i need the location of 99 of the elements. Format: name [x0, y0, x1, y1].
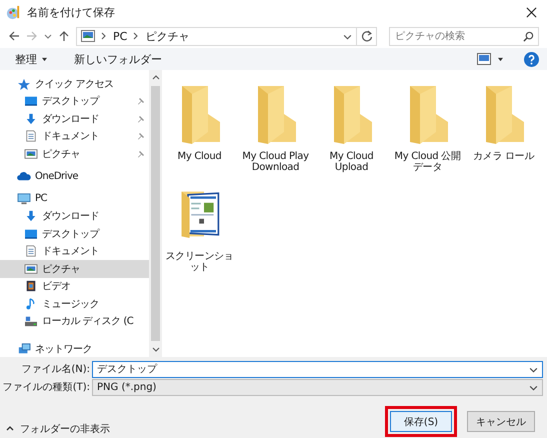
sidebar-label: OneDrive: [35, 170, 78, 182]
chevron-down-icon[interactable]: [44, 32, 52, 40]
chevron-up-icon: [6, 424, 14, 432]
scroll-thumb[interactable]: [151, 86, 160, 341]
hide-folders-button[interactable]: フォルダーの非表示: [6, 422, 110, 436]
chevron-right-icon: [101, 32, 107, 40]
pin-icon: [137, 114, 145, 123]
film-icon: [24, 280, 38, 292]
folder-name: My Cloud 公開データ: [393, 151, 462, 173]
sidebar-item[interactable]: ドキュメント: [0, 242, 149, 260]
scrollbar[interactable]: [149, 70, 162, 357]
download-icon: [24, 112, 38, 125]
sidebar-item[interactable]: クイック アクセス: [0, 75, 149, 92]
folder-item[interactable]: My Cloud 公開データ: [390, 84, 465, 176]
document-icon: [24, 130, 38, 142]
caret-icon: [41, 56, 48, 62]
sidebar-label: ピクチャ: [42, 148, 80, 161]
app-icon: [6, 4, 21, 20]
folder-name: カメラ ロール: [472, 151, 534, 162]
sidebar-item[interactable]: ピクチャ: [0, 260, 149, 278]
caret-icon[interactable]: [497, 56, 504, 62]
sidebar-item[interactable]: ダウンロード: [0, 208, 149, 225]
sidebar-label: クイック アクセス: [35, 78, 114, 91]
folder-icon: [484, 84, 524, 144]
sidebar-label: ドキュメント: [42, 130, 99, 144]
up-arrow-icon[interactable]: [58, 30, 70, 42]
folder-item[interactable]: My Cloud Upload: [314, 84, 389, 176]
file-name-field[interactable]: デスクトップ: [92, 360, 543, 378]
download-icon: [24, 210, 38, 222]
pin-icon: [137, 97, 145, 106]
sidebar-item[interactable]: OneDrive: [0, 168, 149, 185]
folder-name: My Cloud Play Download: [241, 151, 310, 173]
scroll-down-icon[interactable]: [152, 345, 160, 353]
new-folder-button[interactable]: 新しいフォルダー: [71, 50, 165, 68]
sidebar-label: ドキュメント: [42, 245, 99, 258]
document-icon: [24, 245, 38, 258]
folder-icon: [256, 84, 296, 144]
folder-icon: [408, 84, 448, 144]
folder-item[interactable]: スクリーンショット: [162, 184, 237, 276]
sidebar-label: ミュージック: [42, 298, 99, 311]
star-icon: [17, 78, 31, 90]
sidebar-item[interactable]: ダウンロード: [0, 110, 149, 128]
folder-item[interactable]: My Cloud Play Download: [238, 84, 313, 176]
folder-name: My Cloud Upload: [328, 151, 374, 173]
dialog-button[interactable]: キャンセル: [467, 411, 535, 432]
search-field[interactable]: ピクチャの検索: [389, 26, 539, 46]
field-label: ファイル名(N):: [20, 363, 91, 376]
folder-name: My Cloud: [178, 151, 222, 162]
sidebar-item[interactable]: デスクトップ: [0, 225, 149, 242]
sidebar-item[interactable]: ドキュメント: [0, 128, 149, 145]
back-arrow-icon[interactable]: [8, 30, 20, 42]
folder-name: スクリーンショット: [164, 251, 234, 273]
window-title: 名前を付けて保存: [27, 4, 115, 20]
address-bar[interactable]: PC ピクチャ: [76, 26, 357, 46]
network-icon: [17, 342, 31, 355]
drive-icon: [24, 315, 38, 328]
search-icon: [523, 30, 534, 42]
folder-item[interactable]: My Cloud: [162, 84, 237, 176]
sidebar-label: ローカル ディスク (C: [42, 315, 134, 328]
computer-icon: [17, 192, 31, 205]
picture-icon: [24, 262, 38, 275]
folder-icon: [332, 84, 372, 144]
cloud-icon: [17, 170, 31, 182]
sidebar-label: デスクトップ: [42, 94, 99, 108]
pin-icon: [137, 150, 145, 158]
sidebar-label: ピクチャ: [42, 262, 80, 276]
pin-icon: [137, 132, 145, 140]
view-icon[interactable]: [477, 53, 491, 65]
sidebar-label: ビデオ: [42, 280, 70, 294]
file-type-dropdown[interactable]: PNG (*.png): [92, 378, 543, 396]
folder-item[interactable]: カメラ ロール: [466, 84, 541, 176]
help-icon[interactable]: [524, 52, 539, 66]
monitor-icon: [24, 228, 38, 240]
folder-icon: [180, 84, 220, 144]
dialog-button[interactable]: 保存(S): [390, 411, 452, 432]
organize-button[interactable]: 整理: [12, 50, 51, 68]
sidebar-label: ダウンロード: [42, 210, 99, 224]
close-icon[interactable]: [526, 6, 537, 18]
breadcrumb[interactable]: PC: [113, 30, 128, 42]
sidebar-item[interactable]: ミュージック: [0, 295, 149, 312]
field-label: ファイルの種類(T):: [2, 380, 91, 394]
sidebar-item[interactable]: ローカル ディスク (C: [0, 312, 149, 330]
sidebar-item[interactable]: ピクチャ: [0, 145, 149, 162]
sidebar-label: PC: [35, 193, 48, 204]
picture-icon: [24, 148, 38, 160]
sidebar-item[interactable]: ネットワーク: [0, 340, 149, 357]
sidebar-item[interactable]: デスクトップ: [0, 92, 149, 110]
sidebar-label: ダウンロード: [42, 112, 99, 126]
scroll-up-icon[interactable]: [152, 74, 160, 82]
sidebar-item[interactable]: ビデオ: [0, 278, 149, 295]
monitor-icon: [24, 95, 38, 108]
picture-folder-icon: [81, 30, 95, 42]
chevron-right-icon: [133, 32, 140, 40]
sidebar-label: デスクトップ: [42, 228, 99, 241]
refresh-icon: [360, 30, 372, 42]
breadcrumb[interactable]: ピクチャ: [145, 28, 190, 44]
refresh-button[interactable]: [357, 26, 377, 46]
sidebar-label: ネットワーク: [35, 342, 92, 356]
sidebar-item[interactable]: PC: [0, 190, 149, 208]
